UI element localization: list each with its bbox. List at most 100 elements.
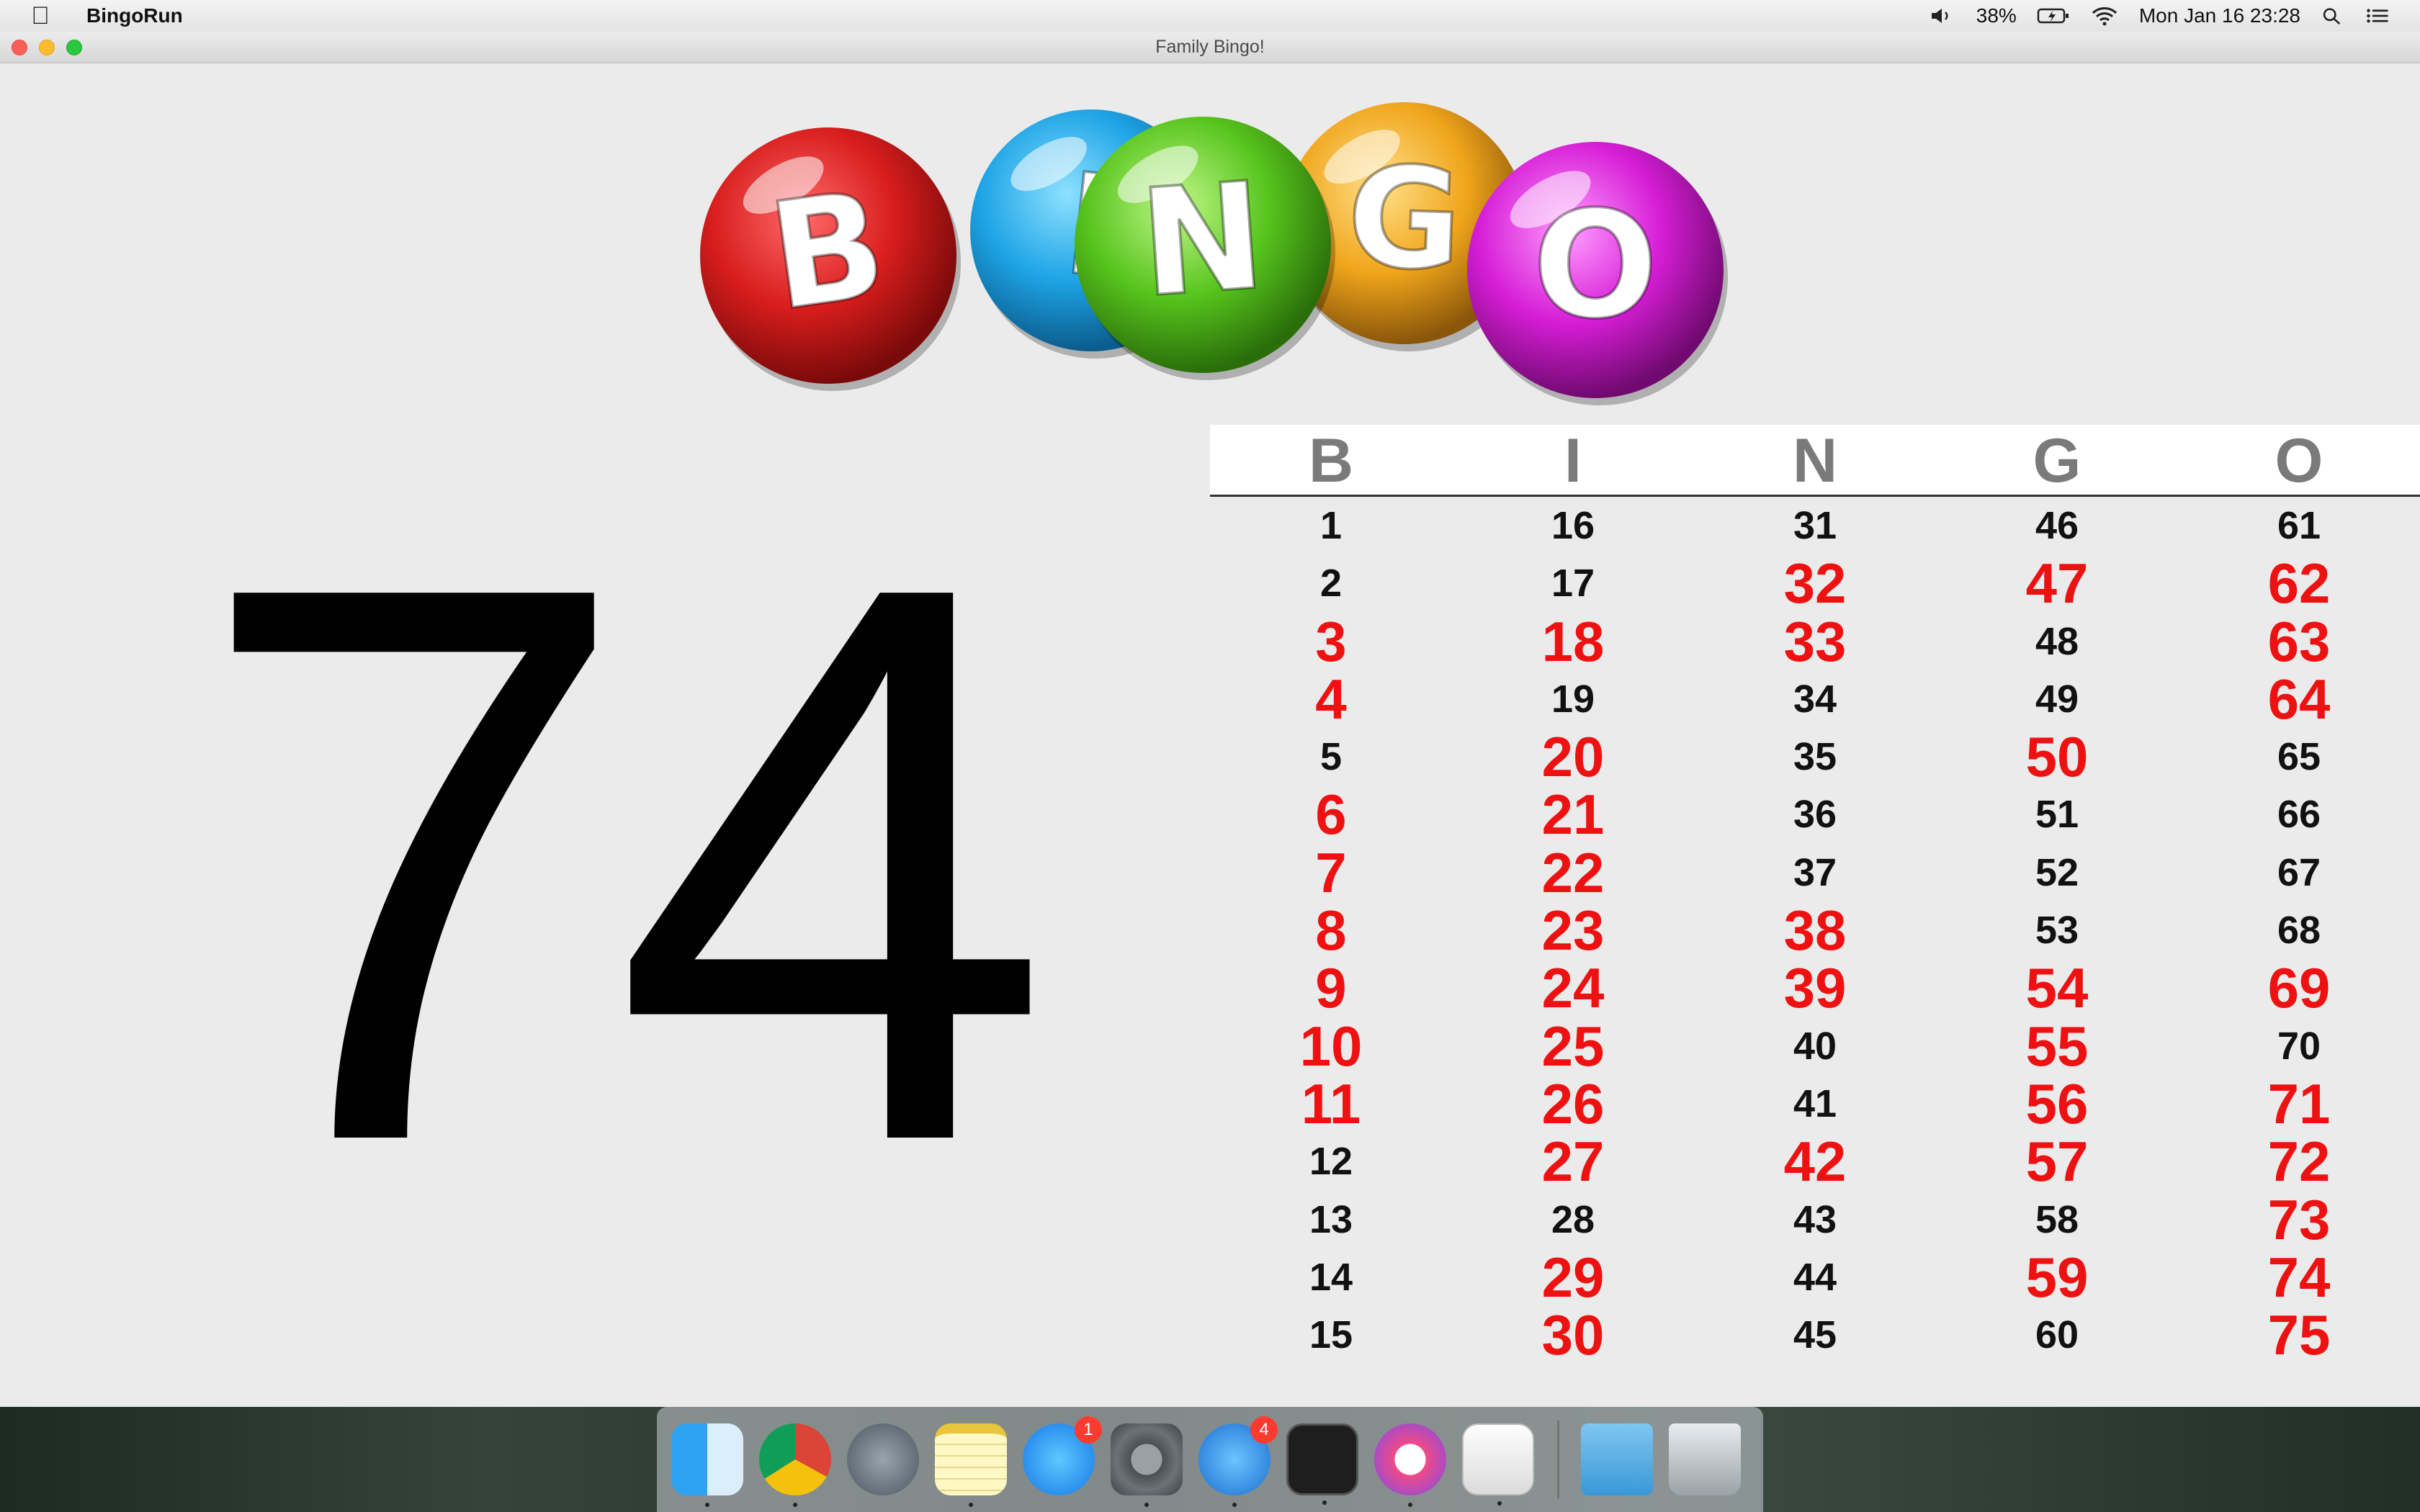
battery-icon[interactable] xyxy=(2037,5,2070,27)
called-number-cell: 73 xyxy=(2267,1187,2331,1251)
window-controls xyxy=(12,40,82,55)
trash-icon[interactable] xyxy=(1669,1423,1741,1495)
number-cell: 68 xyxy=(2277,909,2321,953)
mustache-app-icon[interactable]: 4 xyxy=(1198,1416,1278,1507)
number-cell: 52 xyxy=(2035,850,2079,894)
called-number-cell: 18 xyxy=(1541,609,1605,673)
called-number-cell: 22 xyxy=(1541,840,1605,904)
called-number-cell: 32 xyxy=(1783,552,1847,616)
minimize-window-button[interactable] xyxy=(39,40,55,55)
java-icon[interactable] xyxy=(1462,1423,1534,1506)
running-indicator xyxy=(705,1503,709,1507)
number-cell: 53 xyxy=(2035,909,2079,953)
number-cell: 61 xyxy=(2277,504,2321,547)
number-cell: 34 xyxy=(1793,677,1837,721)
called-number-cell: 33 xyxy=(1783,609,1847,673)
number-cell: 60 xyxy=(2035,1313,2079,1357)
volume-icon[interactable] xyxy=(1927,5,1956,27)
bingo-logo: IGBNO xyxy=(700,102,1728,405)
board-column-g: 46 47 48 49 50 51 52 53 54 55 56 57 58 59 60 xyxy=(1936,497,2178,1364)
wifi-icon[interactable] xyxy=(2090,5,2119,27)
called-number-cell: 59 xyxy=(2025,1245,2089,1309)
number-cell: 44 xyxy=(1793,1255,1837,1299)
dock: 14 xyxy=(657,1407,1763,1512)
board-column-o: 61 62 63 64 65 66 67 68 69 70 71 72 73 74 75 xyxy=(2178,497,2420,1364)
column-header-g: G xyxy=(2033,426,2081,495)
running-indicator xyxy=(1322,1500,1327,1505)
number-cell: 49 xyxy=(2035,677,2079,721)
called-number-cell: 55 xyxy=(2025,1014,2089,1078)
terminal-icon[interactable] xyxy=(1286,1423,1358,1505)
called-number-cell: 42 xyxy=(1783,1130,1847,1194)
number-cell: 37 xyxy=(1793,850,1837,894)
number-cell: 48 xyxy=(2035,619,2079,663)
called-number-cell: 21 xyxy=(1541,783,1605,847)
title-bar[interactable]: Family Bingo! xyxy=(0,32,2420,63)
number-cell: 66 xyxy=(2277,793,2321,837)
number-cell: 45 xyxy=(1793,1313,1837,1357)
called-number-cell: 74 xyxy=(2267,1245,2331,1309)
bingo-logo-letter: N xyxy=(1135,150,1270,330)
running-indicator xyxy=(1497,1501,1502,1506)
bingo-logo-letter: B xyxy=(760,158,895,343)
clock[interactable]: Mon Jan 16 23:28 xyxy=(2139,4,2300,27)
called-number-cell: 24 xyxy=(1541,956,1605,1020)
running-indicator xyxy=(1232,1503,1237,1507)
called-number-cell: 20 xyxy=(1541,725,1605,789)
column-header-b: B xyxy=(1308,426,1354,495)
number-cell: 16 xyxy=(1551,504,1595,547)
notification-badge: 1 xyxy=(1075,1416,1102,1444)
called-number-cell: 64 xyxy=(2267,667,2331,731)
called-number-cell: 25 xyxy=(1541,1014,1605,1078)
number-cell: 17 xyxy=(1551,562,1595,606)
spotlight-search-icon[interactable] xyxy=(2321,5,2345,27)
number-cell: 70 xyxy=(2277,1024,2321,1068)
close-window-button[interactable] xyxy=(12,40,27,55)
called-number-cell: 4 xyxy=(1315,667,1347,731)
number-cell: 36 xyxy=(1793,793,1837,837)
launchpad-icon[interactable] xyxy=(847,1423,919,1495)
battery-percentage[interactable]: 38% xyxy=(1976,4,2017,27)
running-indicator xyxy=(793,1503,797,1507)
called-number-cell: 69 xyxy=(2267,956,2331,1020)
app-menu-name[interactable]: BingoRun xyxy=(86,4,183,27)
current-number: 74 xyxy=(193,421,1053,1306)
apple-menu-icon[interactable]:  xyxy=(24,2,56,30)
notification-badge: 4 xyxy=(1250,1416,1278,1444)
downloads-folder-icon[interactable] xyxy=(1581,1423,1653,1495)
called-number-cell: 62 xyxy=(2267,552,2331,616)
called-number-cell: 10 xyxy=(1299,1014,1363,1078)
finder-icon[interactable] xyxy=(671,1423,743,1507)
called-number-cell: 63 xyxy=(2267,609,2331,673)
board-column-n: 31 32 33 34 35 36 37 38 39 40 41 42 43 44 45 xyxy=(1694,497,1936,1364)
chrome-icon[interactable] xyxy=(759,1423,831,1507)
column-header-n: N xyxy=(1792,426,1838,495)
system-preferences-icon[interactable] xyxy=(1111,1423,1183,1507)
number-cell: 46 xyxy=(2035,504,2079,547)
window-title: Family Bingo! xyxy=(1155,37,1265,57)
called-number-cell: 75 xyxy=(2267,1303,2331,1367)
app-store-icon[interactable]: 1 xyxy=(1023,1416,1102,1495)
bingo-ball-b: B xyxy=(700,127,961,391)
board-grid: 1 2 3 4 5 6 7 8 9 10 11 12 13 14 15 16 17 18 19 20 21 22 23 24 2… xyxy=(1210,497,2420,1364)
board-column-i: 16 17 18 19 20 21 22 23 24 25 26 27 28 29 30 xyxy=(1452,497,1694,1364)
number-cell: 35 xyxy=(1793,735,1837,779)
number-cell: 51 xyxy=(2035,793,2079,837)
called-number-cell: 26 xyxy=(1541,1071,1605,1135)
called-number-cell: 39 xyxy=(1783,956,1847,1020)
running-indicator xyxy=(1408,1503,1412,1507)
notification-center-icon[interactable] xyxy=(2365,5,2391,27)
called-number-cell: 11 xyxy=(1301,1071,1361,1135)
number-cell: 65 xyxy=(2277,735,2321,779)
dock-separator xyxy=(1557,1421,1559,1498)
board-column-b: 1 2 3 4 5 6 7 8 9 10 11 12 13 14 15 xyxy=(1210,497,1452,1364)
itunes-icon[interactable] xyxy=(1374,1423,1446,1507)
notes-icon[interactable] xyxy=(935,1423,1007,1507)
number-cell: 58 xyxy=(2035,1197,2079,1241)
called-number-cell: 3 xyxy=(1315,609,1347,673)
zoom-window-button[interactable] xyxy=(66,40,82,55)
board-header: B I N G O xyxy=(1210,425,2420,497)
called-numbers-board: B I N G O 1 2 3 4 5 6 7 8 9 10 11 12 13 14 15 16 17 18 19 2… xyxy=(1210,425,2420,1364)
menu-bar:  BingoRun 38% Mon Jan 16 23:28 xyxy=(0,0,2420,32)
running-indicator xyxy=(1144,1503,1149,1507)
